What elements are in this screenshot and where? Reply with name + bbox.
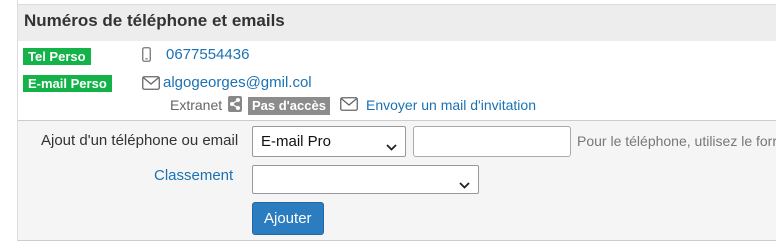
access-status-badge: Pas d'accès	[248, 97, 330, 115]
mobile-phone-icon	[142, 47, 151, 67]
send-invitation-link[interactable]: Envoyer un mail d'invitation	[366, 97, 536, 113]
add-button[interactable]: Ajouter	[252, 202, 324, 235]
panel-title: Numéros de téléphone et emails	[24, 11, 285, 30]
phone-number-link[interactable]: 0677554436	[166, 46, 249, 63]
contact-type-select-value: E-mail Pro	[261, 133, 332, 150]
contact-type-select[interactable]: E-mail Pro	[252, 126, 406, 157]
add-phone-email-label: Ajout d'un téléphone ou email	[41, 132, 239, 149]
extranet-label: Extranet	[170, 97, 223, 113]
add-contact-form: Ajout d'un téléphone ou email E-mail Pro…	[18, 120, 776, 241]
phones-emails-panel: Numéros de téléphone et emails Tel Perso…	[17, 0, 776, 241]
ranking-label[interactable]: Classement	[154, 167, 233, 184]
ranking-select[interactable]	[252, 165, 479, 194]
chevron-down-icon	[386, 138, 397, 156]
email-type-badge: E-mail Perso	[23, 75, 112, 92]
phone-format-hint: Pour le téléphone, utilisez le forr	[577, 133, 776, 149]
email-address-link[interactable]: algogeorges@gmil.col	[163, 74, 312, 91]
panel-header: Numéros de téléphone et emails	[18, 4, 776, 41]
contact-value-input[interactable]	[413, 126, 571, 157]
envelope-icon	[340, 97, 358, 116]
share-icon[interactable]	[228, 96, 242, 112]
envelope-icon	[142, 76, 160, 95]
chevron-down-icon	[459, 176, 470, 194]
phone-type-badge: Tel Perso	[23, 48, 91, 65]
